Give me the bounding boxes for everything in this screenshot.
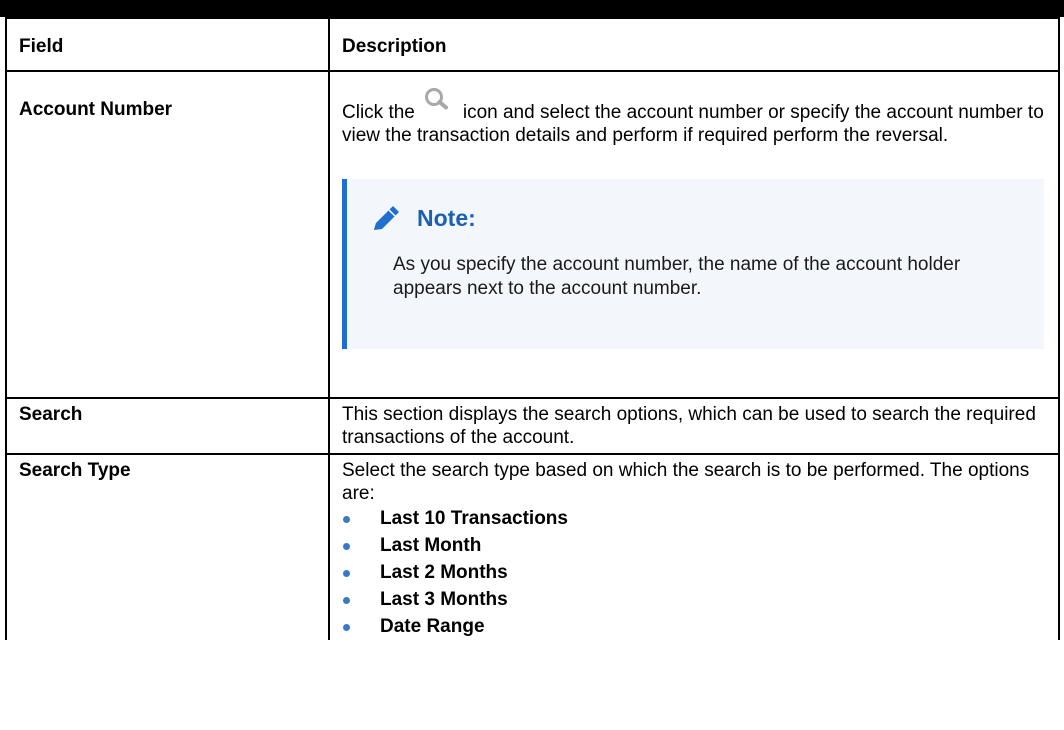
search-type-intro: Select the search type based on which th… xyxy=(342,460,1030,504)
bullet-icon xyxy=(343,624,350,631)
bullet-icon xyxy=(343,597,350,604)
table-row-search: Search This section displays the search … xyxy=(5,397,1060,455)
table-header-row: Field Description xyxy=(5,17,1060,72)
description-column-header: Description xyxy=(328,17,1060,72)
list-item: Last 10 Transactions xyxy=(342,505,1046,532)
list-item: Last 3 Months xyxy=(342,586,1046,613)
note-callout: Note: As you specify the account number,… xyxy=(342,179,1044,349)
search-icon xyxy=(417,88,457,120)
table-row-search-type: Search Type Select the search type based… xyxy=(5,453,1060,640)
bullet-icon xyxy=(343,543,350,550)
field-name-search: Search xyxy=(5,397,330,455)
option-label: Last 10 Transactions xyxy=(380,508,568,529)
description-account-number: Click the icon and select the account num… xyxy=(328,70,1060,399)
top-rule xyxy=(0,0,1064,17)
list-item: Last Month xyxy=(342,532,1046,559)
field-name-search-type: Search Type xyxy=(5,453,330,640)
field-name-account-number: Account Number xyxy=(5,70,330,399)
note-text: As you specify the account number, the n… xyxy=(393,254,961,299)
bullet-icon xyxy=(343,570,350,577)
field-column-header: Field xyxy=(5,17,330,72)
pencil-icon xyxy=(370,203,403,233)
account-number-description-text: Click the icon and select the account num… xyxy=(342,88,1046,147)
option-label: Date Range xyxy=(380,616,485,637)
option-label: Last 2 Months xyxy=(380,562,508,583)
list-item: Last 2 Months xyxy=(342,559,1046,586)
table-row-account-number: Account Number Click the icon and select … xyxy=(5,70,1060,399)
list-item: Date Range xyxy=(342,613,1046,640)
desc-before-icon: Click the xyxy=(342,102,415,123)
note-title: Note: xyxy=(417,204,476,231)
description-search: This section displays the search options… xyxy=(328,397,1060,455)
option-label: Last Month xyxy=(380,535,482,556)
search-type-options: Last 10 Transactions Last Month Last 2 M… xyxy=(342,505,1046,640)
desc-after-icon: icon and select the account number or sp… xyxy=(462,102,882,123)
field-description-table: Field Description Account Number Click t… xyxy=(5,17,1060,640)
note-heading: Note: xyxy=(370,203,1018,233)
description-search-type: Select the search type based on which th… xyxy=(328,453,1060,640)
option-label: Last 3 Months xyxy=(380,589,508,610)
bullet-icon xyxy=(343,516,350,523)
